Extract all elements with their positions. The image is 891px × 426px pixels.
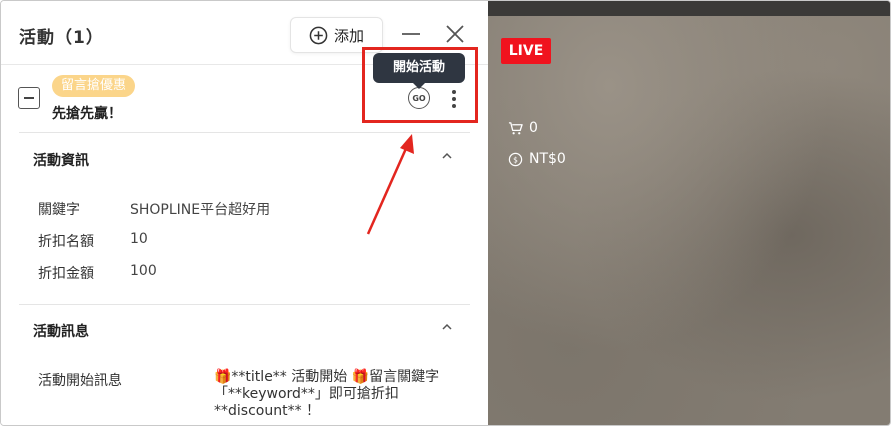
red-arrow-annotation [366,134,414,235]
video-top-bar [488,1,890,16]
close-icon[interactable] [444,23,466,45]
revenue-amount: NT$0 [529,151,566,167]
chevron-up-icon[interactable] [441,323,453,331]
panel-title: 活動（1） [19,28,104,48]
start-message-label: 活動開始訊息 [38,373,122,389]
keyword-label: 關鍵字 [38,202,80,218]
revenue-stat: $ NT$0 [508,151,566,167]
collapse-toggle[interactable] [18,87,40,109]
plus-circle-icon [309,26,328,44]
campaign-name: 先搶先贏！ [52,106,122,122]
dollar-circle-icon: $ [508,152,523,166]
live-video-preview: LIVE 0 $ NT$0 [488,1,890,425]
minus-icon [24,97,34,99]
info-section-title[interactable]: 活動資訊 [33,150,89,170]
cart-icon [508,121,523,134]
message-section-title[interactable]: 活動訊息 [33,321,89,341]
add-button-label: 添加 [334,26,365,45]
chevron-up-icon[interactable] [441,152,453,160]
keyword-value: SHOPLINE平台超好用 [130,202,271,218]
minimize-icon[interactable] [400,23,422,45]
cart-stat: 0 [508,120,538,136]
live-badge: LIVE [501,38,551,64]
discount-amount-value: 100 [130,263,157,279]
highlight-box [362,47,478,123]
divider [19,304,470,305]
discount-quota-value: 10 [130,231,148,247]
svg-text:$: $ [513,155,518,164]
start-message-text: 🎁**title** 活動開始 🎁留言關鍵字「**keyword**」即可搶折扣… [214,369,440,419]
discount-amount-label: 折扣金額 [38,266,94,282]
cart-count: 0 [529,120,538,136]
campaign-type-tag: 留言搶優惠 [52,75,136,97]
app-window: 活動（1） 添加 留言搶優惠 先搶先贏！ GO 開始活動 活動資訊 關鍵字 SH… [0,0,891,426]
discount-quota-label: 折扣名額 [38,234,94,250]
